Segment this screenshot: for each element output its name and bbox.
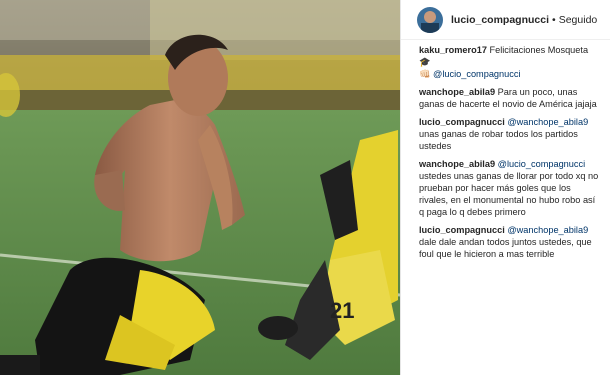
comment-text: dale dale andan todos juntos ustedes, qu… bbox=[419, 237, 592, 259]
comment-item: lucio_compagnucci @wanchope_abila9 unas … bbox=[419, 116, 602, 152]
comment-username[interactable]: lucio_compagnucci bbox=[419, 117, 505, 127]
comment-mention[interactable]: @wanchope_abila9 bbox=[507, 117, 588, 127]
comment-panel: lucio_compagnucci • Seguido kaku_romero1… bbox=[400, 0, 610, 375]
comment-username[interactable]: lucio_compagnucci bbox=[419, 225, 505, 235]
comment-username[interactable]: wanchope_abila9 bbox=[419, 159, 495, 169]
follow-status[interactable]: Seguido bbox=[559, 14, 598, 26]
comment-text: unas ganas de robar todos los partidos u… bbox=[419, 129, 578, 151]
comment-username[interactable]: wanchope_abila9 bbox=[419, 87, 495, 97]
comment-item: kaku_romero17 Felicitaciones Mosqueta 🎓 … bbox=[419, 44, 602, 80]
header-separator: • bbox=[552, 13, 556, 26]
comment-mention[interactable]: @lucio_compagnucci bbox=[498, 159, 585, 169]
comment-username[interactable]: kaku_romero17 bbox=[419, 45, 487, 55]
comment-emoji: 👊🏻 bbox=[419, 69, 431, 79]
avatar[interactable] bbox=[417, 6, 443, 33]
comment-mention[interactable]: @wanchope_abila9 bbox=[507, 225, 588, 235]
match-photo: 21 bbox=[0, 0, 400, 375]
comment-item: wanchope_abila9 @lucio_compagnucci usted… bbox=[419, 158, 602, 218]
comment-item: wanchope_abila9 Para un poco, unas ganas… bbox=[419, 86, 602, 110]
header-username[interactable]: lucio_compagnucci bbox=[451, 14, 549, 26]
comment-item: lucio_compagnucci @wanchope_abila9 dale … bbox=[419, 224, 602, 260]
comment-list: kaku_romero17 Felicitaciones Mosqueta 🎓 … bbox=[401, 40, 610, 260]
post-photo[interactable]: 21 bbox=[0, 0, 400, 375]
svg-text:21: 21 bbox=[330, 298, 354, 323]
comment-text: ustedes unas ganas de llorar por todo xq… bbox=[419, 171, 599, 217]
comment-mention[interactable]: @lucio_compagnucci bbox=[433, 69, 520, 79]
post-header: lucio_compagnucci • Seguido bbox=[401, 0, 610, 40]
